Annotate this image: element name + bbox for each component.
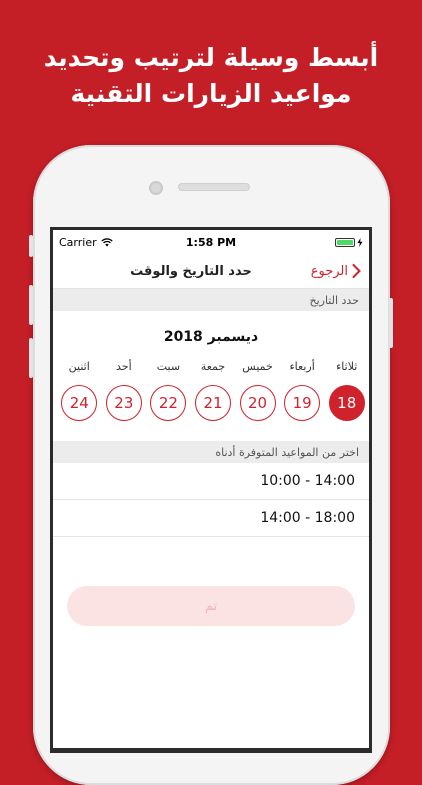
volume-up-button: [29, 285, 33, 325]
day-column: سبت 22: [146, 355, 191, 421]
navigation-bar: حدد التاريخ والوقت الرجوع: [53, 254, 369, 289]
day-name: جمعة: [200, 360, 226, 373]
promo-headline-line1: أبسط وسيلة لترتيب وتحديد: [43, 43, 379, 72]
month-label: ديسمبر 2018: [163, 329, 259, 345]
back-button[interactable]: الرجوع: [311, 254, 361, 288]
day-name: سبت: [156, 360, 181, 373]
silent-switch: [29, 235, 33, 257]
front-camera: [149, 181, 163, 195]
done-button[interactable]: تم: [67, 586, 355, 626]
day-column: ثلاثاء 18: [324, 355, 369, 421]
time-slot[interactable]: 10:00 - 14:00: [53, 463, 369, 500]
day-button[interactable]: 20: [239, 385, 276, 421]
day-column: أربعاء 19: [280, 355, 325, 421]
back-button-label: الرجوع: [310, 263, 348, 279]
earpiece-speaker: [178, 183, 250, 191]
time-slot[interactable]: 14:00 - 18:00: [53, 500, 369, 537]
carrier-label: Carrier: [59, 235, 97, 249]
day-button-selected[interactable]: 18: [328, 385, 365, 421]
date-section-header: حدد التاريخ: [53, 289, 369, 311]
time-slot-label: 14:00 - 18:00: [260, 510, 355, 526]
days-row: ثلاثاء 18 أربعاء 19 خميس 20 جمعة 21 سبت …: [53, 355, 369, 421]
chevron-right-icon: [352, 264, 361, 278]
day-column: اثنين 24: [57, 355, 102, 421]
promo-headline: أبسط وسيلة لترتيب وتحديد مواعيد الزيارات…: [0, 40, 422, 112]
wifi-icon: [100, 237, 113, 246]
day-name: أحد: [116, 360, 132, 373]
day-column: جمعة 21: [191, 355, 236, 421]
day-button[interactable]: 22: [150, 385, 187, 421]
charging-icon: [357, 237, 363, 247]
page-title: حدد التاريخ والوقت: [130, 263, 252, 279]
time-section-header: اختر من المواعيد المتوفرة أدناه: [53, 441, 369, 463]
power-button: [389, 298, 393, 348]
day-button[interactable]: 19: [284, 385, 321, 421]
day-name: ثلاثاء: [336, 360, 358, 373]
battery-icon: [335, 237, 363, 247]
time-slot-label: 10:00 - 14:00: [260, 473, 355, 489]
day-button[interactable]: 24: [61, 385, 98, 421]
status-bar: Carrier 1:58 PM: [53, 230, 369, 254]
app-screen: Carrier 1:58 PM حدد التاريخ والوقت الرجو…: [53, 230, 369, 750]
day-name: أربعاء: [289, 360, 315, 373]
day-button[interactable]: 21: [194, 385, 231, 421]
volume-down-button: [29, 338, 33, 378]
day-name: اثنين: [68, 360, 90, 373]
day-column: أحد 23: [102, 355, 147, 421]
day-name: خميس: [242, 360, 273, 373]
day-button[interactable]: 23: [105, 385, 142, 421]
promo-headline-line2: مواعيد الزيارات التقنية: [70, 79, 352, 108]
day-column: خميس 20: [235, 355, 280, 421]
